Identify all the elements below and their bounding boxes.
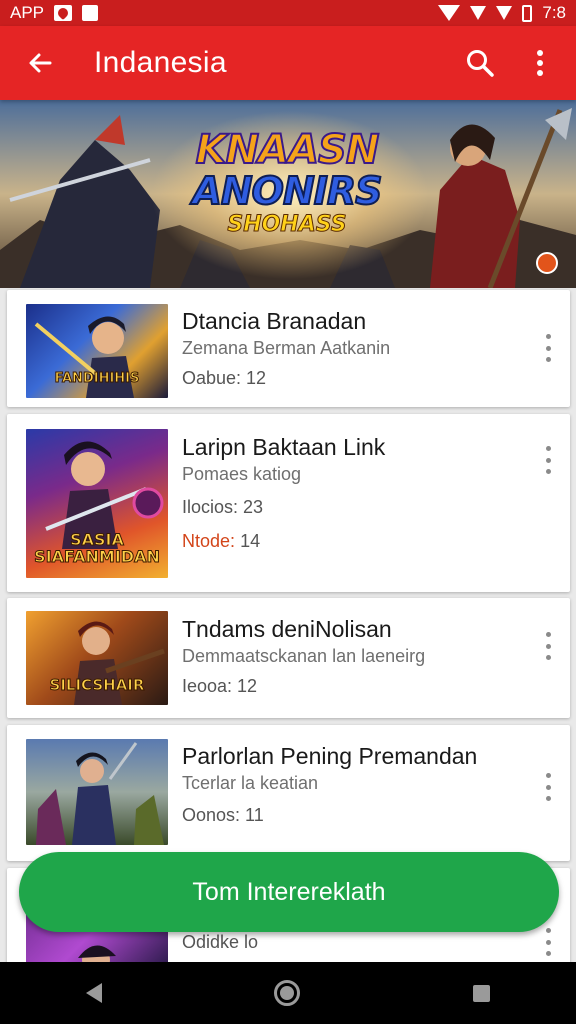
item-meta-accent: Ntode: 14 (182, 531, 260, 552)
thumbnail-image: SILICSHAIR (26, 611, 168, 705)
search-icon (467, 50, 494, 77)
notification-square-icon (82, 5, 99, 21)
item-meta: Oabue: 12 (182, 368, 267, 388)
banner-logo-line1: KNAASN (195, 127, 381, 173)
nav-home-icon[interactable] (274, 980, 301, 1006)
item-more-button[interactable] (540, 446, 556, 474)
primary-action-button[interactable]: Tom Interereklath (19, 852, 559, 932)
system-nav-bar (0, 962, 576, 1024)
banner-logo-line3: SHOHASS (227, 212, 347, 237)
item-meta-accent-value: 14 (240, 531, 261, 551)
more-vert-icon (537, 50, 543, 76)
item-meta: Ieooa: 12 (182, 676, 258, 696)
nav-recents-icon[interactable] (472, 984, 490, 1002)
item-more-button[interactable] (540, 773, 556, 801)
status-bar: APP 7:8 (0, 0, 576, 26)
item-subtitle: Zemana Berman Aatkanin (182, 338, 391, 358)
list-item[interactable]: SASIA SIAFANMIDAN Laripn Baktaan Link Po… (7, 414, 570, 592)
notification-icon (54, 5, 73, 21)
thumbnail-caption: FANDIHIHIS (54, 370, 140, 386)
list-item[interactable]: Parlorlan Pening Premandan Tcerlar la ke… (7, 725, 570, 861)
item-more-button[interactable] (540, 928, 556, 956)
item-more-button[interactable] (540, 334, 556, 362)
item-meta: Ilocios: 23 (182, 497, 264, 517)
status-time: 7:8 (542, 3, 566, 22)
signal-icon (470, 6, 487, 20)
list-item[interactable]: SILICSHAIR Tndams deniNolisan Demmaatsck… (7, 598, 570, 718)
arrow-left-icon (29, 53, 52, 73)
thumbnail-image: SASIA SIAFANMIDAN (26, 429, 168, 578)
wifi-icon (438, 5, 461, 21)
battery-icon (522, 4, 533, 22)
signal-icon-2 (496, 6, 513, 20)
thumbnail-caption: SILICSHAIR (49, 675, 145, 694)
featured-banner[interactable]: KNAASN ANONIRS SHOHASS (0, 100, 576, 288)
thumbnail-image: FANDIHIHIS (26, 304, 168, 398)
item-meta-accent-label: Ntode: (182, 531, 236, 551)
search-button[interactable] (458, 41, 502, 85)
item-more-button[interactable] (540, 632, 556, 660)
status-app-label: APP (10, 3, 45, 22)
item-meta: Oonos: 11 (182, 805, 264, 825)
item-title: Laripn Baktaan Link (182, 434, 386, 460)
app-bar: Indanesia (0, 26, 576, 100)
banner-indicator-icon (536, 252, 558, 274)
more-options-button[interactable] (518, 41, 562, 85)
list-item[interactable]: FANDIHIHIS Dtancia Branadan Zemana Berma… (7, 290, 570, 407)
item-meta: Odidke lo (182, 932, 259, 952)
page-title: Indanesia (94, 46, 227, 79)
thumbnail-image (26, 739, 168, 845)
item-subtitle: Pomaes katiog (182, 464, 302, 484)
banner-logo: KNAASN ANONIRS SHOHASS (182, 127, 392, 237)
banner-logo-line2: ANONIRS (191, 169, 383, 213)
nav-back-icon[interactable] (86, 983, 103, 1003)
item-title: Parlorlan Pening Premandan (182, 743, 478, 769)
item-title: Tndams deniNolisan (182, 616, 392, 642)
back-button[interactable] (22, 45, 58, 81)
thumbnail-caption: SASIA SIAFANMIDAN (34, 529, 161, 567)
item-title: Dtancia Branadan (182, 308, 367, 334)
item-subtitle: Demmaatsckanan lan laeneirg (182, 646, 426, 666)
item-subtitle: Tcerlar la keatian (182, 773, 319, 793)
